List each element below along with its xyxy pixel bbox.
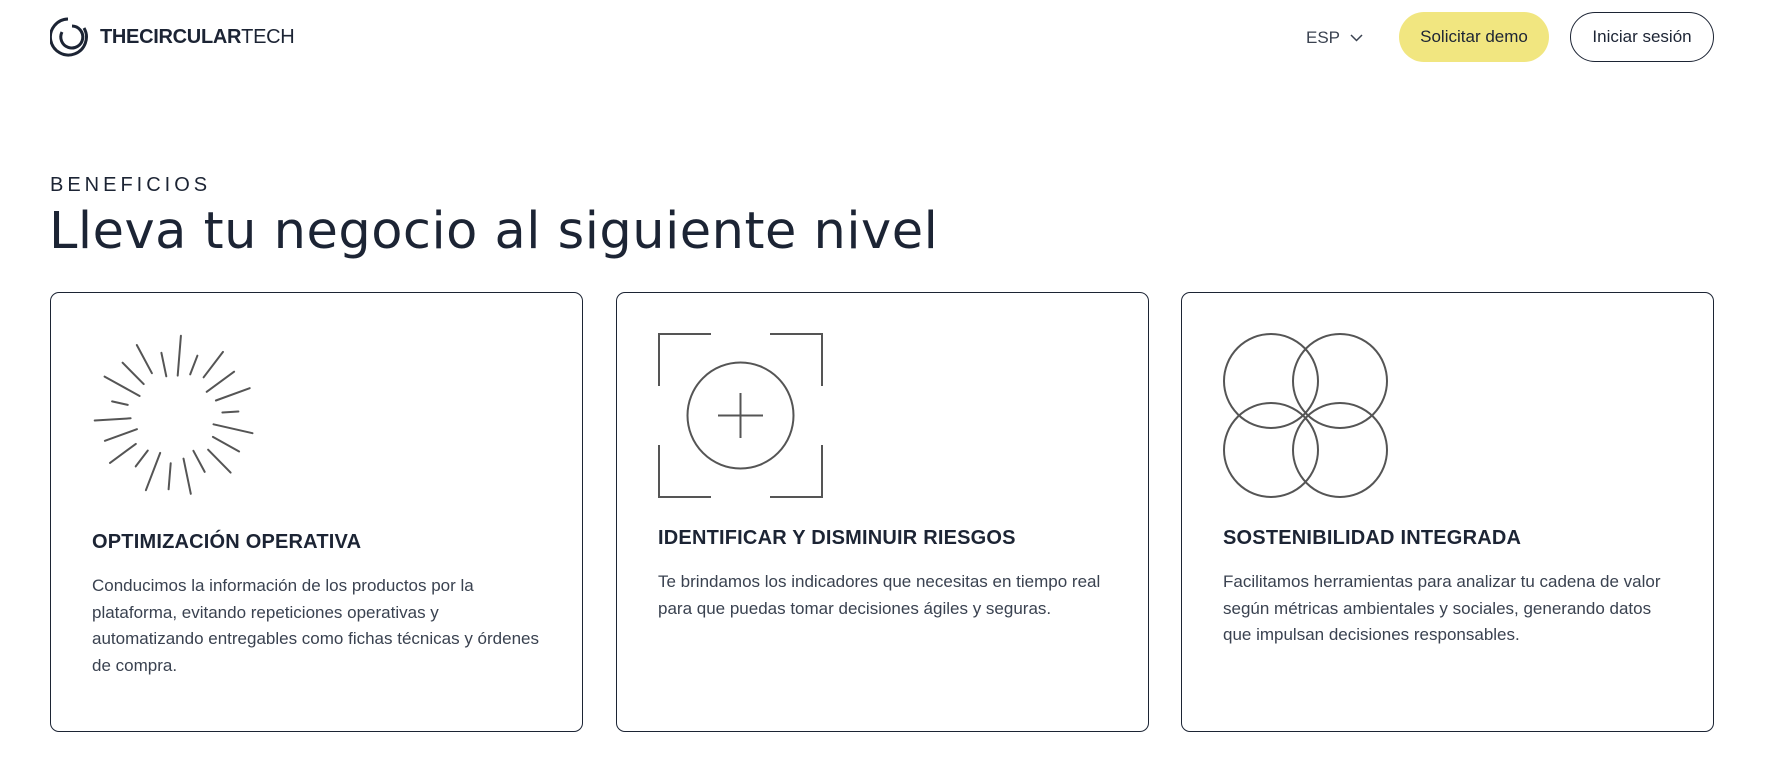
request-demo-button[interactable]: Solicitar demo bbox=[1399, 12, 1549, 62]
ray-line bbox=[182, 457, 192, 495]
chevron-down-icon bbox=[1350, 34, 1363, 42]
card-text: Conducimos la información de los product… bbox=[92, 576, 539, 675]
ray-line bbox=[212, 423, 254, 435]
ray-line bbox=[93, 417, 132, 422]
login-button[interactable]: Iniciar sesión bbox=[1570, 12, 1714, 62]
target-plus-icon bbox=[658, 333, 823, 498]
ray-line bbox=[207, 448, 232, 474]
ray-line bbox=[167, 462, 172, 491]
section-title: Lleva tu negocio al siguiente nivel bbox=[49, 202, 939, 261]
benefit-card-risks: IDENTIFICAR Y DISMINUIR RIESGOS Te brind… bbox=[616, 292, 1149, 732]
ray-line bbox=[189, 354, 199, 376]
card-title: OPTIMIZACIÓN OPERATIVA bbox=[92, 531, 362, 553]
radial-lines-icon bbox=[93, 334, 254, 495]
language-selector[interactable]: ESP bbox=[1306, 26, 1363, 50]
card-title: IDENTIFICAR Y DISMINUIR RIESGOS bbox=[658, 527, 1016, 549]
ray-line bbox=[135, 344, 153, 375]
ray-line bbox=[109, 442, 137, 464]
ray-line bbox=[214, 387, 251, 402]
four-circles-icon bbox=[1223, 333, 1388, 498]
benefit-card-operational: OPTIMIZACIÓN OPERATIVA Conducimos la inf… bbox=[50, 292, 583, 732]
logo-text-the: THE bbox=[100, 25, 140, 48]
logo-text-circular: CIRCULAR bbox=[139, 25, 242, 48]
ray-line bbox=[202, 350, 224, 379]
ray-line bbox=[192, 449, 206, 473]
ray-line bbox=[211, 435, 241, 453]
circular-logo-icon bbox=[50, 17, 88, 57]
language-label: ESP bbox=[1306, 28, 1341, 47]
ray-line bbox=[111, 400, 129, 406]
ray-line bbox=[205, 370, 236, 393]
ray-line bbox=[103, 375, 141, 397]
logo-text: THECIRCULARTECH bbox=[100, 25, 295, 49]
site-header: THECIRCULARTECH ESP Solicitar demo Inici… bbox=[0, 0, 1767, 76]
card-title: SOSTENIBILIDAD INTEGRADA bbox=[1223, 527, 1522, 549]
ray-line bbox=[103, 428, 138, 442]
card-text: Te brindamos los indicadores que necesit… bbox=[658, 572, 1101, 618]
ray-line bbox=[221, 410, 240, 414]
logo[interactable]: THECIRCULARTECH bbox=[50, 16, 295, 58]
card-text: Facilitamos herramientas para analizar t… bbox=[1223, 572, 1661, 644]
ray-line bbox=[121, 361, 145, 386]
logo-text-tech: TECH bbox=[241, 25, 295, 48]
ray-line bbox=[160, 351, 168, 378]
ray-line bbox=[176, 334, 182, 377]
section-eyebrow: BENEFICIOS bbox=[50, 174, 212, 196]
benefit-card-sustainability: SOSTENIBILIDAD INTEGRADA Facilitamos her… bbox=[1181, 292, 1714, 732]
ray-line bbox=[144, 451, 162, 492]
ray-line bbox=[134, 449, 149, 468]
